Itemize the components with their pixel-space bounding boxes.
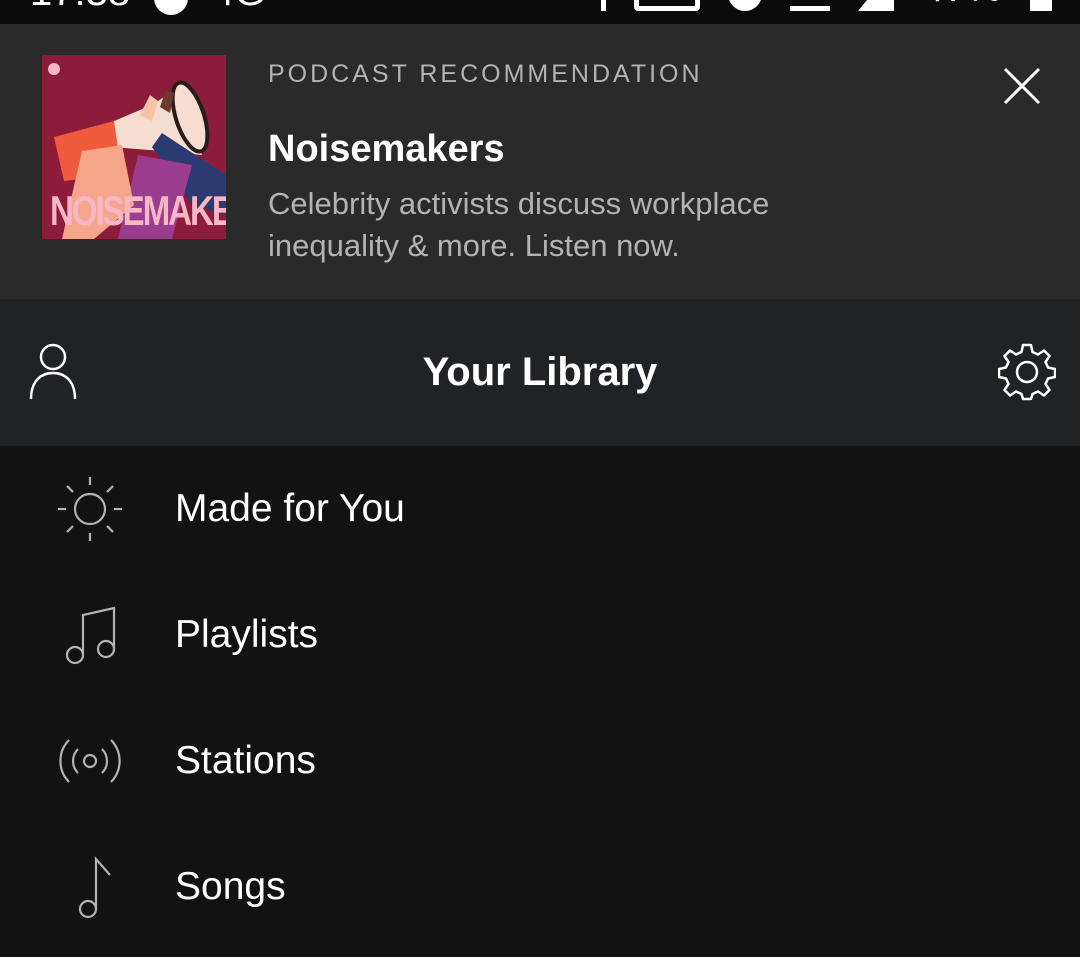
library-item-label: Made for You <box>175 487 405 530</box>
library-item-label: Playlists <box>175 613 319 656</box>
gear-icon <box>997 343 1057 401</box>
library-list: Made for You Playlists Stations Songs <box>0 446 1080 950</box>
library-item-made-for-you[interactable]: Made for You <box>0 446 1080 572</box>
data-transfer-icon <box>570 0 606 11</box>
volte-icon <box>633 0 700 11</box>
page-title: Your Library <box>422 350 658 394</box>
cover-title-text: NOISEMAKERS <box>50 187 226 234</box>
notification-icon <box>154 0 189 15</box>
podcast-description: Celebrity activists discuss workplace in… <box>268 186 770 263</box>
library-item-playlists[interactable]: Playlists <box>0 572 1080 698</box>
battery-percent: 47% <box>922 0 1002 11</box>
library-header: Your Library <box>0 299 1080 446</box>
signal-icon <box>857 0 894 11</box>
status-time: 17:38 <box>30 0 130 15</box>
close-icon <box>1003 67 1041 105</box>
podcast-title[interactable]: Noisemakers <box>268 128 505 171</box>
status-bar: 17:38 4G 47% <box>0 0 1080 24</box>
status-badge: 4G <box>212 0 265 15</box>
sun-icon <box>58 477 122 541</box>
status-left: 17:38 4G <box>30 0 265 15</box>
alarm-icon <box>727 0 762 11</box>
library-item-label: Stations <box>175 739 316 782</box>
music-note-icon <box>78 856 111 919</box>
recommendation-label: PODCAST RECOMMENDATION <box>268 60 703 88</box>
spotify-logo-icon <box>48 63 60 75</box>
podcast-cover-art[interactable]: NOISEMAKERS <box>42 55 226 239</box>
library-item-songs[interactable]: Songs <box>0 824 1080 950</box>
library-item-label: Songs <box>175 865 286 908</box>
music-notes-icon <box>65 606 116 665</box>
radio-icon <box>59 739 121 783</box>
battery-icon <box>1030 0 1052 11</box>
settings-button[interactable] <box>997 343 1057 401</box>
status-right: 47% <box>570 0 1052 11</box>
podcast-recommendation-banner[interactable]: NOISEMAKERS PODCAST RECOMMENDATION Noise… <box>0 24 1080 299</box>
library-item-stations[interactable]: Stations <box>0 698 1080 824</box>
close-button[interactable] <box>996 60 1048 112</box>
wifi-icon <box>789 0 830 11</box>
